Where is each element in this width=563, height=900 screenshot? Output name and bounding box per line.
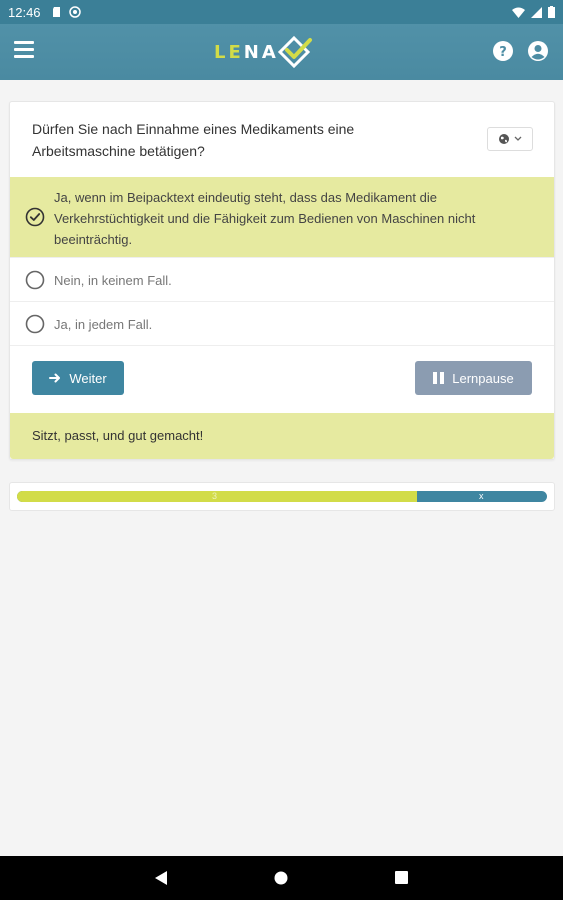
- progress-bar: 3 x: [17, 491, 547, 502]
- feedback-message: Sitzt, passt, und gut gemacht!: [10, 413, 554, 459]
- pause-button[interactable]: Lernpause: [415, 361, 532, 395]
- answer-text: Ja, wenn im Beipacktext eindeutig steht,…: [54, 190, 476, 247]
- pause-icon: [433, 372, 445, 384]
- help-circle-icon[interactable]: ?: [493, 41, 513, 61]
- next-button-label: Weiter: [69, 370, 107, 386]
- sync-icon: [68, 6, 81, 18]
- answer-text: Ja, in jedem Fall.: [54, 317, 153, 332]
- progress-done-label: 3: [212, 491, 218, 501]
- system-nav-bar: [0, 856, 563, 900]
- next-button[interactable]: Weiter: [32, 361, 124, 395]
- app-bar: LE NA ?: [0, 24, 563, 80]
- signal-icon: [531, 6, 542, 18]
- svg-text:?: ?: [499, 45, 507, 60]
- app-logo: LE NA: [214, 35, 315, 69]
- status-time: 12:46: [8, 4, 41, 20]
- status-bar: 12:46: [0, 0, 563, 24]
- account-circle-icon[interactable]: [528, 41, 548, 61]
- hamburger-menu-icon[interactable]: [14, 41, 34, 59]
- progress-card: 3 x: [9, 482, 555, 511]
- battery-icon: [548, 6, 555, 18]
- chevron-down-icon: [514, 136, 522, 141]
- checked-circle-icon: [25, 207, 45, 227]
- question-card: Dürfen Sie nach Einnahme eines Medikamen…: [9, 101, 555, 460]
- recent-apps-icon[interactable]: [395, 871, 408, 884]
- globe-icon: [499, 134, 509, 144]
- progress-rest-label: x: [479, 491, 484, 501]
- wifi-icon: [512, 7, 525, 18]
- logo-check-icon: [277, 35, 312, 69]
- home-icon[interactable]: [274, 871, 288, 885]
- radio-unchecked-icon: [25, 314, 45, 334]
- question-text: Dürfen Sie nach Einnahme eines Medikamen…: [32, 121, 355, 159]
- answer-text: Nein, in keinem Fall.: [54, 273, 172, 288]
- pause-button-label: Lernpause: [452, 370, 514, 386]
- answer-option-3[interactable]: Ja, in jedem Fall.: [10, 302, 554, 346]
- language-button[interactable]: [487, 127, 533, 151]
- arrow-right-icon: [49, 373, 61, 383]
- back-icon[interactable]: [154, 870, 168, 886]
- sd-card-icon: [52, 7, 60, 17]
- answer-option-1[interactable]: Ja, wenn im Beipacktext eindeutig steht,…: [10, 177, 554, 258]
- answer-option-2[interactable]: Nein, in keinem Fall.: [10, 258, 554, 302]
- progress-fill: [17, 491, 418, 502]
- radio-unchecked-icon: [25, 270, 45, 290]
